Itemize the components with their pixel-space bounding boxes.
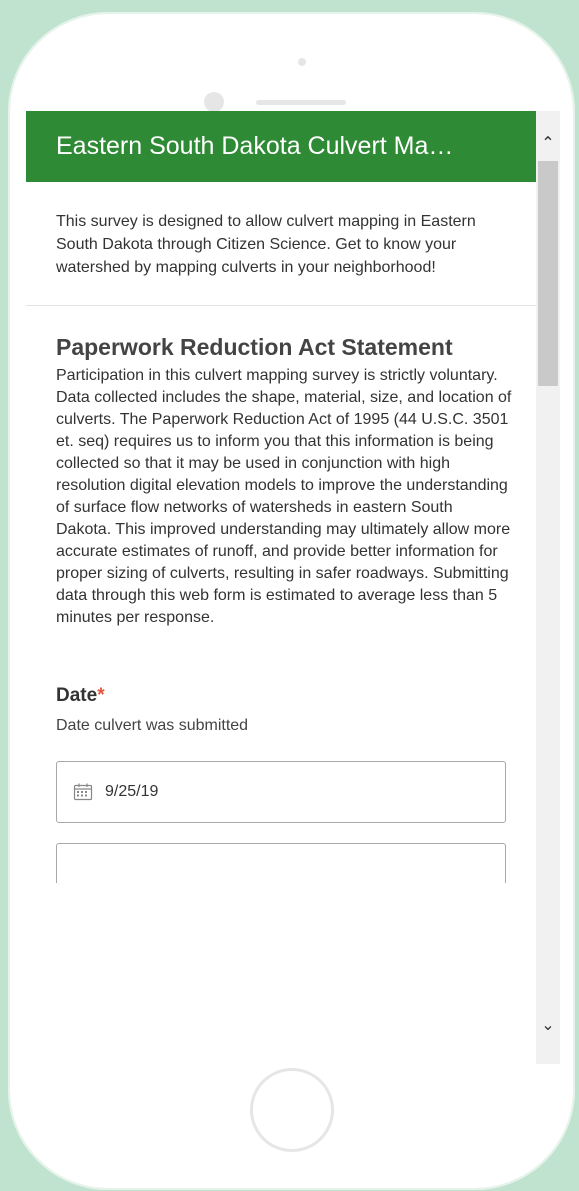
calendar-icon[interactable]: [73, 783, 93, 801]
chevron-up-icon[interactable]: ⌃: [536, 131, 560, 155]
date-value[interactable]: 9/25/19: [105, 783, 158, 801]
required-marker: *: [97, 685, 105, 706]
survey-content: Eastern South Dakota Culvert Ma… This su…: [26, 111, 536, 883]
chevron-down-icon[interactable]: ⌄: [536, 1013, 560, 1037]
date-label-row: Date*: [56, 685, 512, 707]
scrollbar-thumb[interactable]: [538, 161, 558, 386]
paperwork-heading: Paperwork Reduction Act Statement: [56, 334, 453, 360]
paperwork-body: Participation in this culvert mapping su…: [56, 367, 512, 626]
survey-intro: This survey is designed to allow culvert…: [26, 182, 536, 306]
date-input[interactable]: 9/25/19: [56, 761, 506, 823]
front-camera: [204, 92, 224, 112]
date-question: Date* Date culvert was submitted 9/25/19: [26, 629, 536, 883]
intro-text: This survey is designed to allow culvert…: [56, 213, 476, 276]
home-button[interactable]: [250, 1068, 334, 1152]
survey-screen: Eastern South Dakota Culvert Ma… This su…: [26, 111, 560, 1064]
scrollbar[interactable]: ⌃ ⌄: [536, 111, 560, 1064]
proximity-sensor: [298, 58, 306, 66]
date-label: Date: [56, 685, 98, 706]
survey-title-bar: Eastern South Dakota Culvert Ma…: [26, 111, 536, 182]
date-hint: Date culvert was submitted: [56, 717, 249, 734]
time-input[interactable]: [56, 843, 506, 883]
speaker-grille: [256, 100, 346, 105]
survey-title: Eastern South Dakota Culvert Ma…: [56, 132, 454, 160]
paperwork-section: Paperwork Reduction Act Statement Partic…: [26, 306, 536, 629]
